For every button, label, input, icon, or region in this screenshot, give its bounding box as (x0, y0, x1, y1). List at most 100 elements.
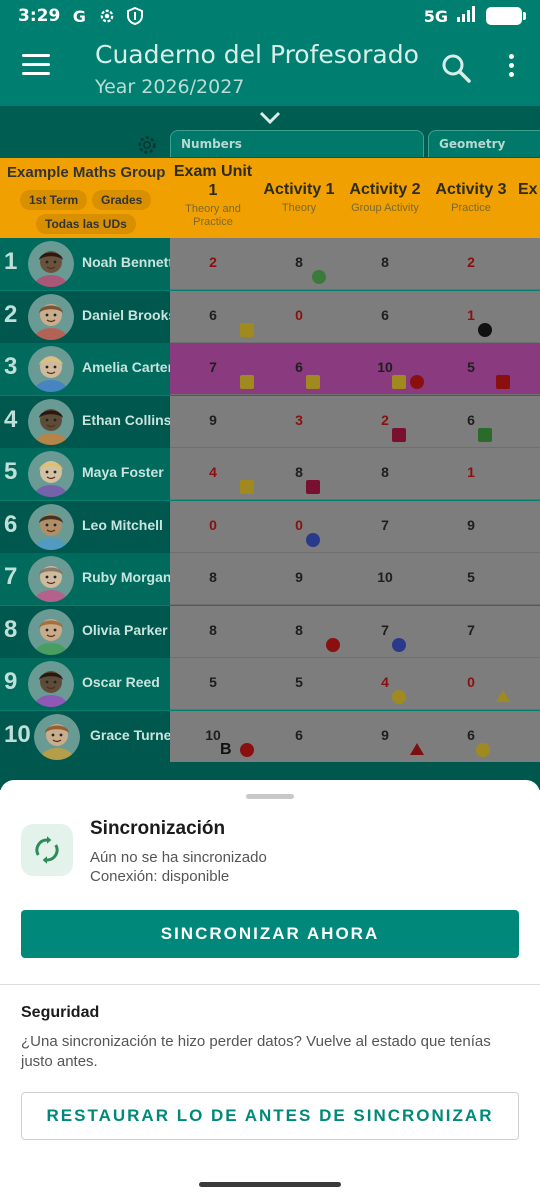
grade-cell[interactable]: 5 (428, 359, 514, 375)
student-cell[interactable]: 2 Daniel Brooks (0, 290, 176, 343)
status-time: 3:29 (18, 6, 61, 26)
student-row[interactable]: 4 Ethan Collins 9 3 2 6 (0, 395, 540, 448)
grade-cell[interactable]: 7 (342, 517, 428, 533)
app-toolbar: Cuaderno del Profesorado Year 2026/2027 (0, 32, 540, 106)
column-title: Activity 2 (349, 181, 421, 198)
student-row[interactable]: 3 Amelia Carter 7 6 10 5 (0, 343, 540, 395)
column-subtitle: Theory and Practice (185, 203, 241, 228)
grade-cell[interactable]: 0 (170, 517, 256, 533)
student-avatar (34, 713, 80, 760)
student-row[interactable]: 7 Ruby Morgan 8 9 10 5 (0, 553, 540, 605)
grade-cell[interactable]: 9 (256, 569, 342, 585)
student-name: Olivia Parker (82, 621, 168, 638)
grade-badge-icon (392, 637, 406, 652)
grade-cell[interactable]: 6 (256, 727, 342, 743)
grade-cell[interactable]: 8 (170, 569, 256, 585)
grade-cell[interactable]: 1 (428, 464, 514, 480)
more-vert-icon[interactable] (503, 54, 519, 84)
grade-cell[interactable]: 10 (342, 359, 428, 375)
sync-now-button[interactable]: SINCRONIZAR AHORA (21, 910, 519, 958)
restore-before-sync-button[interactable]: RESTAURAR LO DE ANTES DE SINCRONIZAR (21, 1092, 519, 1140)
grade-cell[interactable]: 6 (170, 307, 256, 323)
hamburger-menu-icon[interactable] (22, 54, 50, 76)
grade-cell[interactable]: 9 (342, 727, 428, 743)
grade-cell[interactable]: 7 (170, 359, 256, 375)
system-nav-handle[interactable] (199, 1182, 341, 1187)
grade-cell[interactable]: 0 (428, 674, 514, 690)
student-row[interactable]: 6 Leo Mitchell 0 0 7 9 (0, 500, 540, 553)
grade-cell[interactable]: 2 (428, 254, 514, 270)
unit-tab-geometry[interactable]: Geometry (428, 130, 540, 157)
column-header[interactable]: Exam Unit 1 Theory and Practice (170, 162, 256, 229)
student-row[interactable]: 1 Noah Bennett 2 8 8 2 (0, 238, 540, 290)
grade-cell[interactable]: 3 (256, 412, 342, 428)
grade-cell[interactable]: 10 (342, 569, 428, 585)
units-expand-bar[interactable] (0, 106, 540, 130)
grade-cell[interactable]: 2 (342, 412, 428, 428)
grade-cell[interactable]: 9 (428, 517, 514, 533)
grade-cell[interactable]: 0 (256, 307, 342, 323)
grade-cell[interactable]: 8 (256, 464, 342, 480)
student-cell[interactable]: 5 Maya Foster (0, 448, 170, 500)
grade-cell[interactable]: 6 (342, 307, 428, 323)
student-number: 4 (4, 405, 18, 433)
term-chip[interactable]: 1st Term (20, 190, 88, 210)
grade-cell[interactable]: 8 (256, 254, 342, 270)
grade-cell[interactable]: 5 (428, 569, 514, 585)
grade-cell[interactable]: 4 (342, 674, 428, 690)
grade-cell[interactable]: 9 (170, 412, 256, 428)
student-cell[interactable]: 10 Grace Turner (0, 710, 177, 763)
grade-cell[interactable]: 0 (256, 517, 342, 533)
grade-cell[interactable]: 7 (342, 622, 428, 638)
grade-cell[interactable]: 6 (428, 727, 514, 743)
grade-cell[interactable]: 8 (170, 622, 256, 638)
grade-cell[interactable]: 5 (256, 674, 342, 690)
settings-icon (98, 7, 116, 25)
student-row[interactable]: 8 Olivia Parker 8 8 7 7 (0, 605, 540, 658)
student-cell[interactable]: 9 Oscar Reed (0, 658, 170, 710)
grades-chip[interactable]: Grades (92, 190, 152, 210)
grade-badge-icon (410, 375, 424, 389)
student-name: Grace Turner (90, 726, 177, 743)
column-title: Activity 3 (435, 181, 507, 198)
battery-icon (486, 7, 526, 25)
student-name: Oscar Reed (82, 674, 160, 690)
student-cell[interactable]: 4 Ethan Collins (0, 395, 171, 448)
student-row[interactable]: 2 Daniel Brooks 6 0 6 1 (0, 290, 540, 343)
column-subtitle: Theory (281, 202, 317, 214)
unit-tab-numbers[interactable]: Numbers (170, 130, 424, 157)
student-cell[interactable]: 3 Amelia Carter (0, 343, 173, 395)
student-row[interactable]: 5 Maya Foster 4 8 8 1 (0, 448, 540, 500)
grade-cell[interactable]: 2 (170, 254, 256, 270)
grade-cell[interactable]: 6 (428, 412, 514, 428)
column-header[interactable]: Activity 2 Group Activity (342, 180, 428, 215)
grade-badge-icon (392, 690, 406, 704)
gear-icon[interactable] (136, 134, 158, 156)
grade-badge-icon (306, 480, 320, 494)
grade-cell[interactable]: 6 (256, 359, 342, 375)
column-title: Activity 1 (263, 181, 335, 198)
all-units-chip[interactable]: Todas las UDs (36, 214, 136, 234)
search-icon[interactable] (440, 52, 472, 84)
student-cell[interactable]: 8 Olivia Parker (0, 605, 170, 658)
grade-cell[interactable]: 10 (170, 727, 256, 743)
grade-cell[interactable]: 8 (342, 254, 428, 270)
grade-cell[interactable]: 1 (428, 307, 514, 323)
student-cell[interactable]: 7 Ruby Morgan (0, 553, 171, 605)
grade-cell[interactable]: 8 (342, 464, 428, 480)
status-bar: 3:29 G 5G (0, 0, 540, 32)
student-row[interactable]: 10 Grace Turner 10 6 9 6 B (0, 710, 540, 763)
grade-cell[interactable]: 8 (256, 622, 342, 638)
student-avatar (28, 503, 74, 550)
column-header[interactable]: Activity 3 Practice (428, 180, 514, 215)
grade-cell[interactable]: 7 (428, 622, 514, 638)
column-header[interactable]: Activity 1 Theory (256, 180, 342, 215)
student-row[interactable]: 9 Oscar Reed 5 5 4 0 (0, 658, 540, 710)
student-cell[interactable]: 6 Leo Mitchell (0, 500, 170, 553)
google-icon: G (72, 6, 86, 26)
student-cell[interactable]: 1 Noah Bennett (0, 238, 173, 290)
sheet-drag-handle[interactable] (246, 794, 294, 799)
grade-cell[interactable]: 4 (170, 464, 256, 480)
grade-cell[interactable]: 5 (170, 674, 256, 690)
column-header[interactable]: Ex (514, 180, 540, 202)
